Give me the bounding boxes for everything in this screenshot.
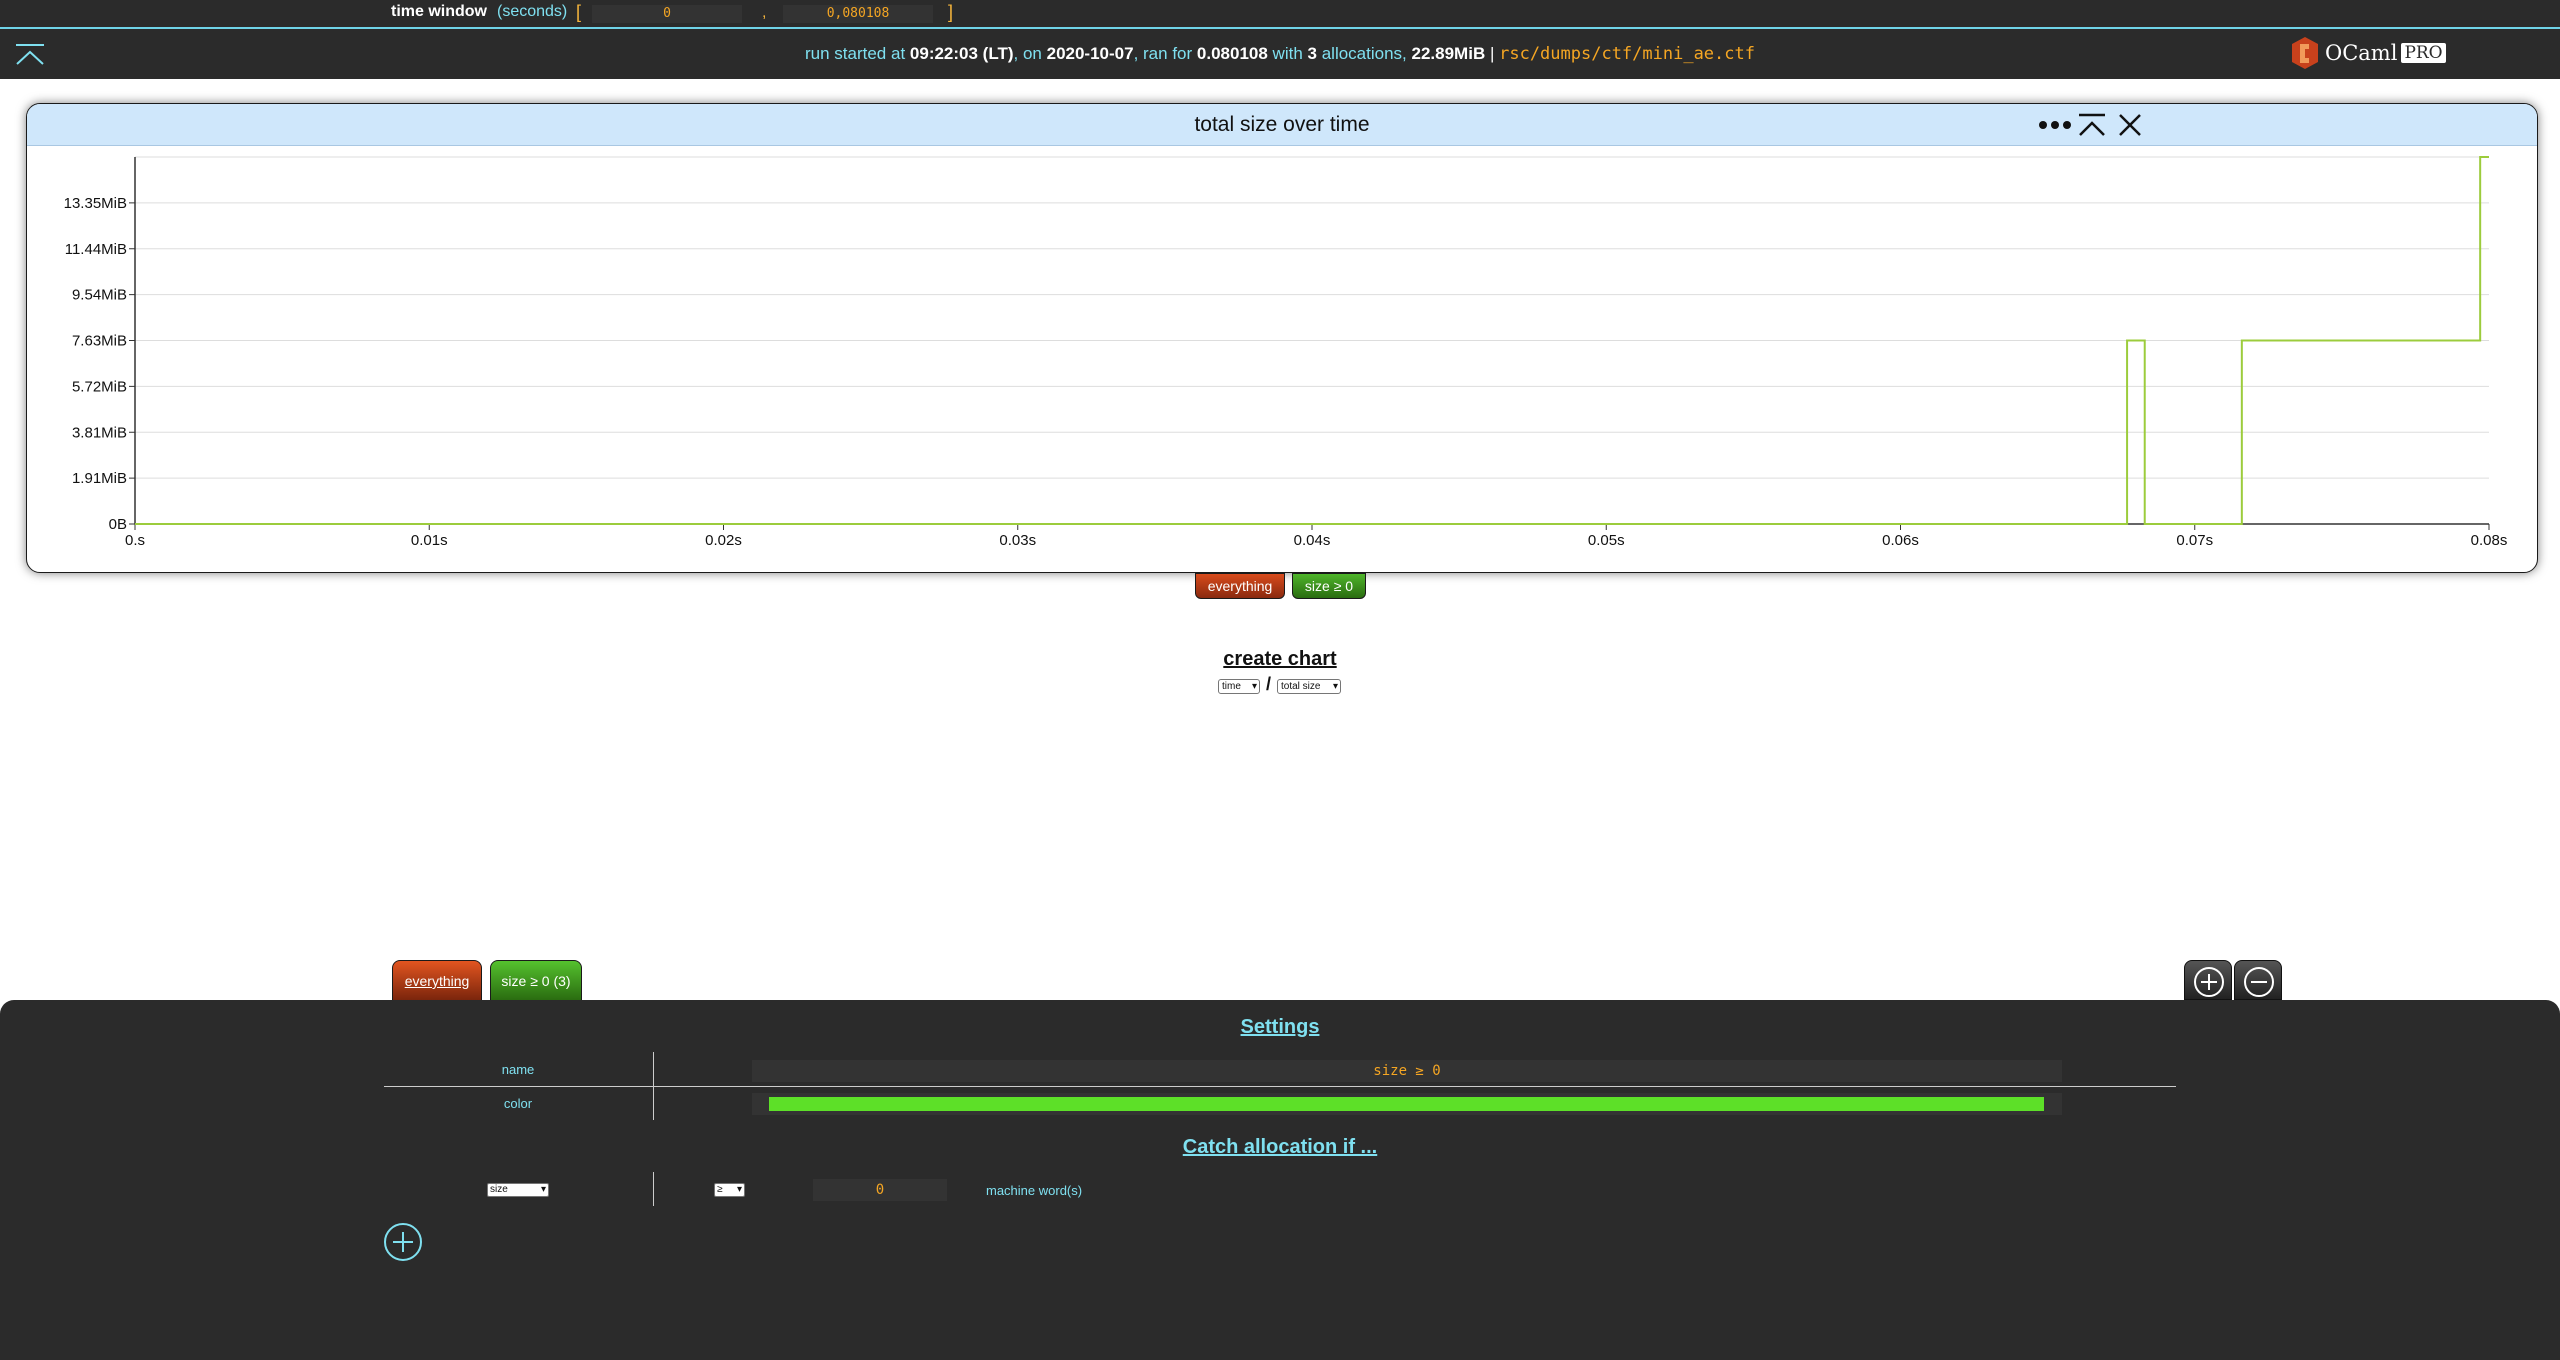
condition-divider [653,1172,654,1206]
run-info-with: with [1272,44,1303,63]
x-tick-label: 0.05s [1588,532,1625,549]
create-chart-link[interactable]: create chart [0,648,2560,671]
name-label: name [501,1062,535,1077]
time-window-close-bracket: ] [948,2,954,22]
run-total-size: 22.89MiB [1411,44,1486,63]
chart-panel: total size over time 0B 1.91MiB 3.81MiB 5.7… [26,103,2538,573]
run-duration: 0.080108 [1196,44,1268,63]
run-info-allocations: allocations, [1321,44,1407,63]
chart-title: total size over time [1194,113,1370,136]
time-window-label: time window [391,3,487,20]
add-condition-icon[interactable] [382,1221,424,1263]
y-tick-label: 11.44MiB [65,241,127,258]
x-tick-label: 0.04s [1294,532,1331,549]
x-tick-label: 0.01s [411,532,448,549]
y-tick-label: 3.81MiB [72,424,127,441]
time-window-row: time window (seconds) [ 0 , 0,080108 ] [0,0,2560,29]
settings-divider-horizontal [384,1086,2176,1087]
run-date: 2020-10-07 [1046,44,1134,63]
tab-size-filter[interactable]: size ≥ 0 (3) [490,960,582,1000]
y-tick-label: 13.35MiB [64,195,127,212]
run-info-prefix: run started at [805,44,906,63]
x-tick-label: 0.s [125,532,145,549]
run-info-on: , on [1013,44,1042,63]
condition-unit: machine word(s) [986,1183,1083,1198]
time-window-unit: (seconds) [497,3,568,20]
condition-value-input[interactable]: 0 [813,1179,947,1201]
remove-filter-button[interactable] [2234,960,2282,1000]
top-bar: time window (seconds) [ 0 , 0,080108 ] r… [0,0,2560,79]
chart-axis-slash: / [1266,674,1272,694]
run-info: run started at 09:22:03 (LT), on 2020-10… [0,44,2560,64]
y-tick-label: 1.91MiB [72,470,127,487]
filter-color-swatch [769,1097,2044,1111]
chart-header: total size over time [27,104,2537,146]
run-start-time: 09:22:03 (LT) [909,44,1014,63]
legend-size-filter[interactable]: size ≥ 0 [1292,573,1366,599]
y-tick-label: 7.63MiB [72,333,127,350]
chart-y-select[interactable]: total size [1277,679,1341,694]
settings-title[interactable]: Settings [0,1016,2560,1039]
more-dots-icon[interactable] [2037,112,2073,138]
run-info-sep: | [1489,44,1495,63]
condition-field-select[interactable]: size [487,1183,549,1197]
logo-text: OCaml [2325,41,2398,65]
time-window-end-input[interactable]: 0,080108 [783,5,933,23]
time-window-start-input[interactable]: 0 [592,5,742,23]
legend-everything[interactable]: everything [1195,573,1285,599]
time-window-open-bracket: [ [576,2,582,22]
x-tick-label: 0.06s [1882,532,1919,549]
tab-everything[interactable]: everything [392,960,482,1000]
filter-color-picker[interactable] [752,1093,2062,1115]
add-filter-button[interactable] [2184,960,2232,1000]
plus-circle-icon [2194,967,2224,997]
x-tick-label: 0.07s [2176,532,2213,549]
x-tick-label: 0.02s [705,532,742,549]
catch-allocation-title[interactable]: Catch allocation if ... [0,1136,2560,1159]
ocamlpro-logo-icon [2292,37,2318,69]
y-tick-label: 5.72MiB [72,378,127,395]
y-tick-label: 9.54MiB [72,287,127,304]
total-size-chart: 0B 1.91MiB 3.81MiB 5.72MiB 7.63MiB 9.54MiB 11.… [64,156,2508,549]
x-tick-label: 0.08s [2471,532,2508,549]
x-tick-label: 0.03s [999,532,1036,549]
logo-pro: PRO [2401,43,2446,63]
dump-path: rsc/dumps/ctf/mini_ae.ctf [1499,44,1755,64]
ocamlpro-logo: OCaml PRO [2291,36,2446,70]
collapse-chart-icon[interactable] [2077,112,2107,138]
time-window-comma: , [762,4,767,21]
minus-circle-icon [2244,967,2274,997]
chart-x-select[interactable]: time [1218,679,1260,694]
run-info-ran-for: , ran for [1133,44,1193,63]
filter-name-input[interactable]: size ≥ 0 [752,1060,2062,1082]
settings-panel: Settings name color size ≥ 0 Catch alloc… [0,1000,2560,1360]
close-chart-icon[interactable] [2117,112,2143,138]
condition-operator-select[interactable]: ≥ [714,1183,745,1197]
y-tick-label: 0B [109,516,127,533]
color-label: color [503,1096,533,1111]
run-alloc-count: 3 [1307,44,1317,63]
